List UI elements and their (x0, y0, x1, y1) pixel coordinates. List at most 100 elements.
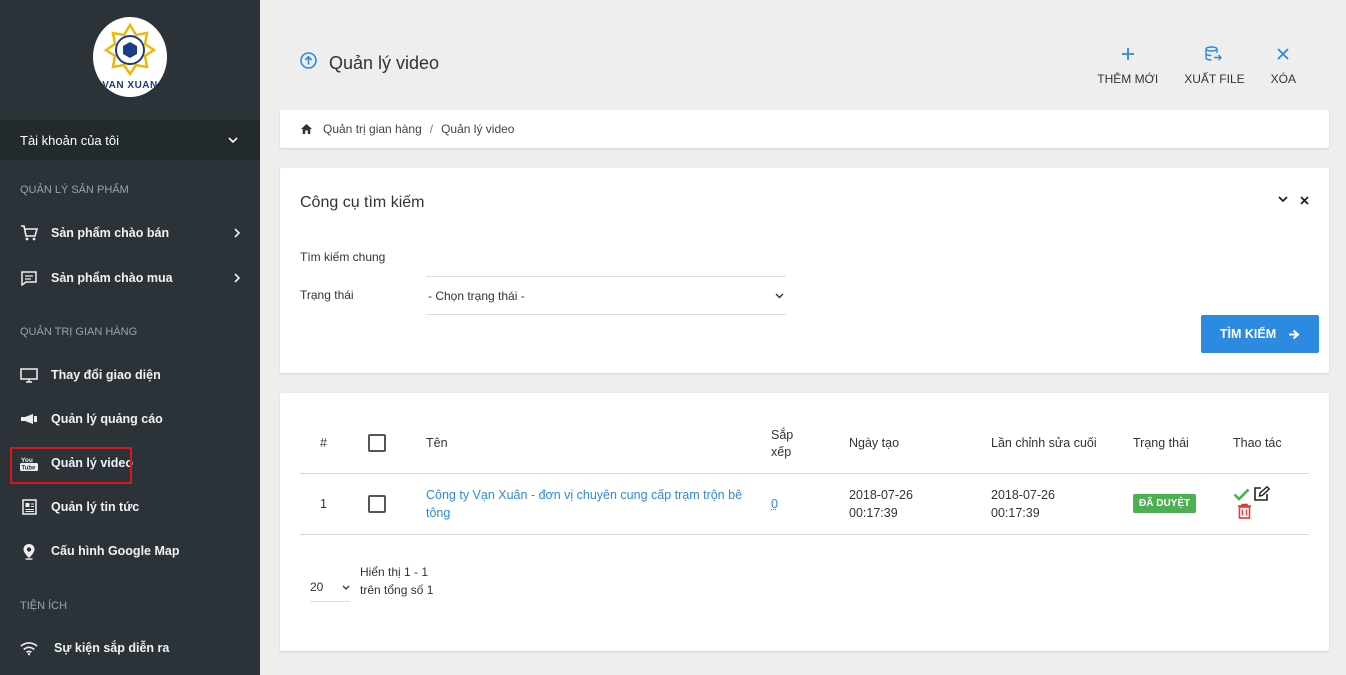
export-file-button[interactable]: XUẤT FILE (1184, 42, 1245, 86)
col-header-name[interactable]: Tên (426, 436, 448, 450)
arrow-up-circle-icon[interactable] (300, 52, 317, 74)
delete-trash-icon[interactable] (1237, 503, 1252, 519)
sidebar-item-theme[interactable]: Thay đổi giao diện (0, 357, 260, 393)
megaphone-icon (20, 410, 38, 428)
section-store-admin: QUẢN TRỊ GIAN HÀNG (20, 326, 138, 338)
sidebar-item-products-buy[interactable]: Sản phẩm chào mua (0, 260, 260, 296)
export-file-label: XUẤT FILE (1184, 72, 1245, 86)
status-select-value: - Chọn trạng thái - (428, 288, 525, 303)
home-icon[interactable] (300, 123, 313, 135)
chevron-down-icon (228, 137, 238, 143)
pagination-summary: Hiển thị 1 - 1 trên tổng số 1 (360, 563, 433, 599)
logo-area: VAN XUAN (0, 0, 260, 120)
add-new-button[interactable]: THÊM MỚI (1097, 42, 1158, 86)
logo-text: VAN XUAN (102, 80, 158, 91)
arrow-right-icon (1289, 329, 1300, 339)
news-icon (20, 498, 38, 516)
video-title-line2: tông (426, 506, 451, 520)
sidebar-item-products-sell[interactable]: Sản phẩm chào bán (0, 215, 260, 251)
page-size-select[interactable]: 20 (310, 573, 350, 602)
add-new-label: THÊM MỚI (1097, 72, 1159, 86)
breadcrumb-home[interactable]: Quản trị gian hàng (323, 122, 422, 136)
sidebar-item-label: Sự kiện sắp diễn ra (54, 641, 170, 655)
created-date-day: 2018-07-26 (849, 488, 913, 502)
chevron-down-icon (342, 585, 350, 590)
modified-date-day: 2018-07-26 (991, 488, 1055, 502)
sidebar-item-label: Cấu hình Google Map (51, 544, 180, 558)
row-divider (300, 534, 1309, 535)
page-title-text: Quản lý video (329, 52, 440, 73)
modified-date: 2018-07-26 00:17:39 (991, 486, 1055, 522)
close-panel-icon[interactable] (1300, 196, 1309, 205)
breadcrumb-current: Quản lý video (441, 122, 515, 136)
select-all-checkbox[interactable] (368, 434, 386, 452)
video-title-link[interactable]: Công ty Vạn Xuân - đơn vị chuyên cung cấ… (426, 486, 746, 522)
sidebar-item-label: Quản lý quảng cáo (51, 412, 163, 426)
col-header-modified[interactable]: Lần chỉnh sửa cuối (991, 436, 1097, 450)
chat-icon (20, 269, 38, 287)
sidebar-item-events[interactable]: Sự kiện sắp diễn ra (0, 630, 260, 666)
col-header-status[interactable]: Trạng thái (1133, 436, 1189, 450)
search-panel-title: Công cụ tìm kiếm (300, 194, 425, 211)
search-panel: Công cụ tìm kiếm Tìm kiếm chung Trạng th… (280, 168, 1329, 373)
header-divider (300, 473, 1309, 474)
col-header-actions: Thao tác (1233, 436, 1282, 450)
sidebar-item-news[interactable]: Quản lý tin tức (0, 489, 260, 525)
col-header-created[interactable]: Ngày tạo (849, 436, 899, 450)
col-header-sort-line2: xếp (771, 445, 792, 459)
section-utilities: TIỆN ÍCH (20, 600, 68, 612)
col-header-sort[interactable]: Sắp xếp (771, 427, 793, 461)
breadcrumb-separator: / (429, 122, 434, 136)
search-panel-controls (1278, 196, 1309, 205)
sidebar-item-label: Sản phẩm chào bán (51, 226, 170, 240)
logo-emblem-icon (103, 22, 157, 77)
chevron-down-icon (775, 293, 784, 298)
search-button[interactable]: TÌM KIẾM (1201, 315, 1319, 353)
modified-date-time: 00:17:39 (991, 506, 1040, 520)
account-menu[interactable]: Tài khoản của tôi (0, 120, 260, 160)
page-title: Quản lý video (300, 52, 439, 74)
collapse-chevron-icon[interactable] (1278, 196, 1288, 203)
sort-order-value[interactable]: 0 (771, 495, 778, 513)
created-date: 2018-07-26 00:17:39 (849, 486, 913, 522)
video-table-panel: # Tên Sắp xếp Ngày tạo Lần chỉnh sửa cuố… (280, 393, 1329, 651)
wifi-icon (20, 639, 38, 657)
sidebar-item-label: Quản lý tin tức (51, 500, 140, 514)
sidebar-item-label: Thay đổi giao diện (51, 368, 161, 382)
cart-icon (20, 224, 38, 242)
database-export-icon (1205, 42, 1223, 66)
sidebar-item-ads[interactable]: Quản lý quảng cáo (0, 401, 260, 437)
monitor-icon (20, 366, 38, 384)
close-icon (1277, 42, 1289, 66)
sidebar-item-label: Sản phẩm chào mua (51, 271, 173, 285)
status-select[interactable]: - Chọn trạng thái - (426, 276, 786, 315)
page-size-value: 20 (310, 580, 324, 594)
header-actions: THÊM MỚI XUẤT FILE XÓA (1097, 42, 1296, 86)
breadcrumb: Quản trị gian hàng / Quản lý video (280, 110, 1329, 148)
col-header-index: # (320, 436, 327, 450)
row-index: 1 (320, 497, 327, 511)
created-date-time: 00:17:39 (849, 506, 898, 520)
plus-icon (1121, 42, 1135, 66)
sidebar-item-google-map[interactable]: Cấu hình Google Map (0, 533, 260, 569)
col-header-sort-line1: Sắp (771, 428, 794, 442)
active-item-highlight (10, 447, 132, 484)
status-badge: ĐÃ DUYỆT (1133, 494, 1197, 513)
sidebar: VAN XUAN Tài khoản của tôi QUẢN LÝ SẢN P… (0, 0, 260, 675)
video-title-line1: Công ty Vạn Xuân - đơn vị chuyên cung cấ… (426, 488, 743, 502)
chevron-right-icon (234, 273, 240, 283)
account-label: Tài khoản của tôi (20, 132, 120, 148)
approve-check-icon[interactable] (1233, 488, 1250, 501)
brand-logo[interactable]: VAN XUAN (93, 17, 167, 97)
pagination-summary-line1: Hiển thị 1 - 1 (360, 565, 429, 579)
map-pin-icon (20, 542, 38, 560)
row-checkbox[interactable] (368, 495, 386, 513)
edit-icon[interactable] (1253, 486, 1270, 502)
search-button-label: TÌM KIẾM (1219, 327, 1277, 341)
delete-button[interactable]: XÓA (1271, 42, 1296, 86)
status-label: Trạng thái (300, 288, 354, 302)
delete-label: XÓA (1270, 72, 1296, 86)
section-product-management: QUẢN LÝ SẢN PHẨM (20, 184, 129, 196)
chevron-right-icon (234, 228, 240, 238)
pagination-summary-line2: trên tổng số 1 (360, 583, 434, 597)
